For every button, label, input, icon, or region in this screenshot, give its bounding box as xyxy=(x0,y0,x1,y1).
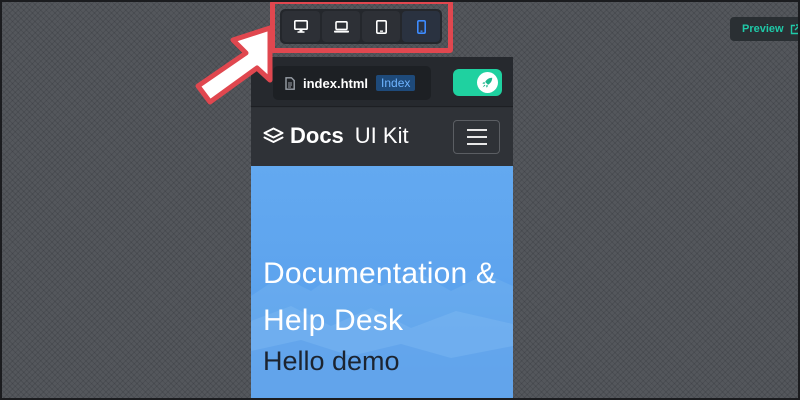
file-icon xyxy=(285,76,295,90)
file-bar: index.html Index xyxy=(251,57,513,107)
laptop-icon xyxy=(333,20,349,33)
site-navbar: Docs UI Kit xyxy=(251,108,513,166)
hero-title: Documentation & Help Desk xyxy=(263,257,497,337)
laptop-view-button[interactable] xyxy=(322,11,360,42)
preview-button[interactable]: Preview xyxy=(730,17,800,41)
file-name: index.html xyxy=(303,75,369,91)
brand-name: Docs xyxy=(290,123,344,148)
preview-label: Preview xyxy=(742,23,784,35)
rocket-icon xyxy=(482,77,493,88)
hamburger-menu-button[interactable] xyxy=(453,120,500,154)
mobile-preview-frame: index.html Index Docs UI Kit Documentati… xyxy=(251,57,513,400)
pointer-arrow-icon xyxy=(195,25,273,105)
hero-subtitle: Hello demo xyxy=(263,346,400,376)
hamburger-menu-icon xyxy=(466,129,487,131)
file-badge: Index xyxy=(376,75,416,91)
deploy-toggle[interactable] xyxy=(453,69,502,96)
tablet-view-button[interactable] xyxy=(362,11,400,42)
hero-section: Documentation & Help Desk Hello demo xyxy=(251,166,513,400)
tablet-icon xyxy=(375,19,387,34)
mobile-icon xyxy=(416,19,426,34)
file-selector[interactable]: index.html Index xyxy=(273,66,431,100)
site-brand[interactable]: Docs UI Kit xyxy=(263,123,409,149)
desktop-view-button[interactable] xyxy=(282,11,320,42)
toggle-knob xyxy=(477,72,498,93)
device-toolbar xyxy=(280,9,442,44)
brand-suffix: UI Kit xyxy=(354,123,409,148)
mobile-view-button[interactable] xyxy=(402,11,440,42)
layers-icon xyxy=(263,127,284,143)
desktop-icon xyxy=(294,20,308,33)
external-link-icon xyxy=(790,23,800,34)
